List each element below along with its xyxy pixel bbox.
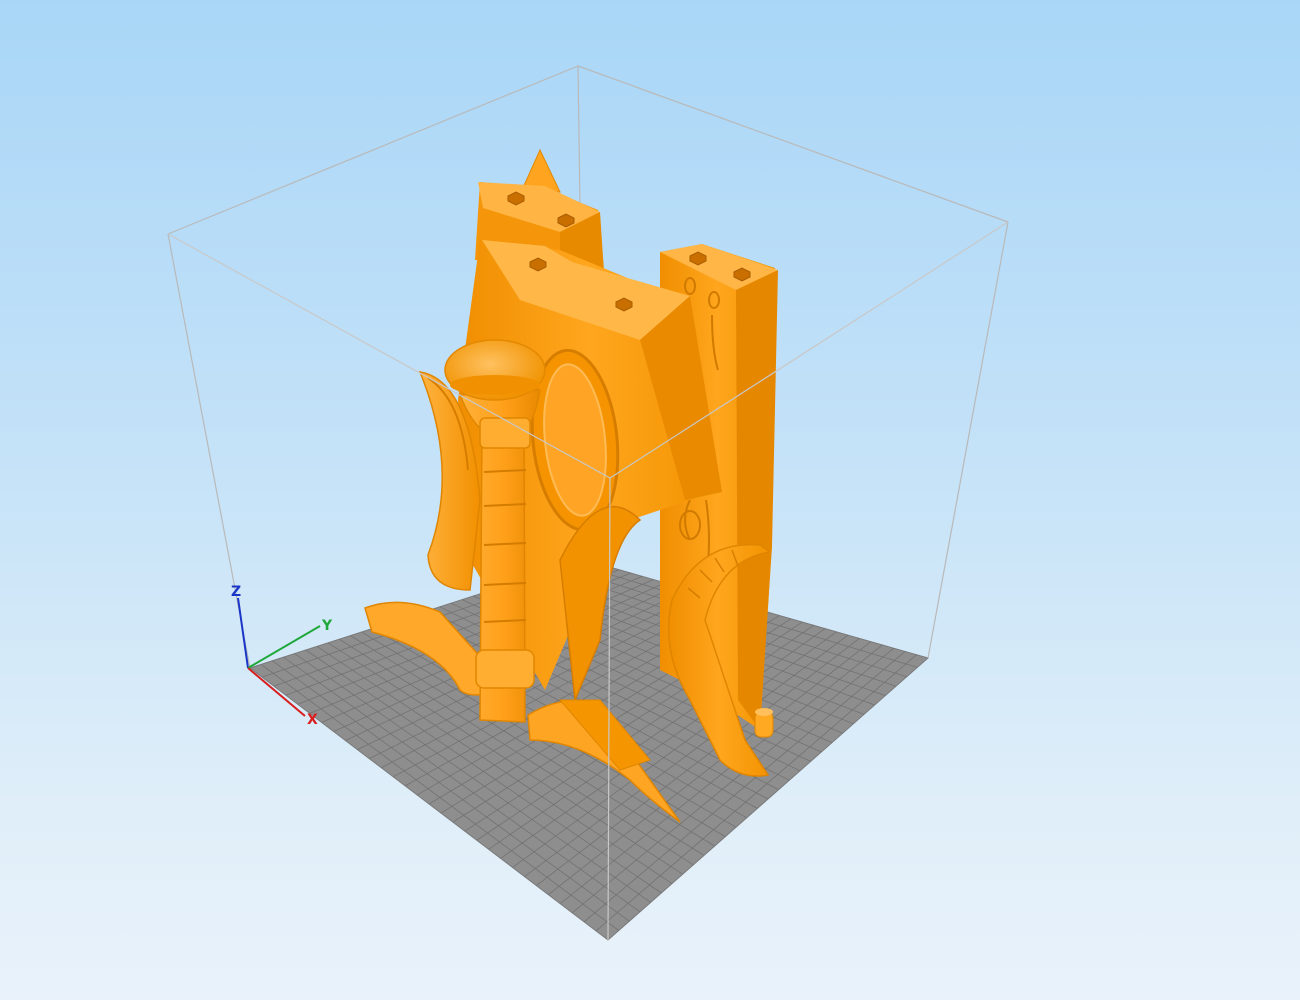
axis-label-x: X [307,712,318,728]
axis-label-y: Y [321,618,333,634]
3d-viewport[interactable]: Z Y X [0,0,1300,1000]
scene-canvas[interactable]: Z Y X [0,0,1300,1000]
axis-label-z: Z [231,584,241,600]
